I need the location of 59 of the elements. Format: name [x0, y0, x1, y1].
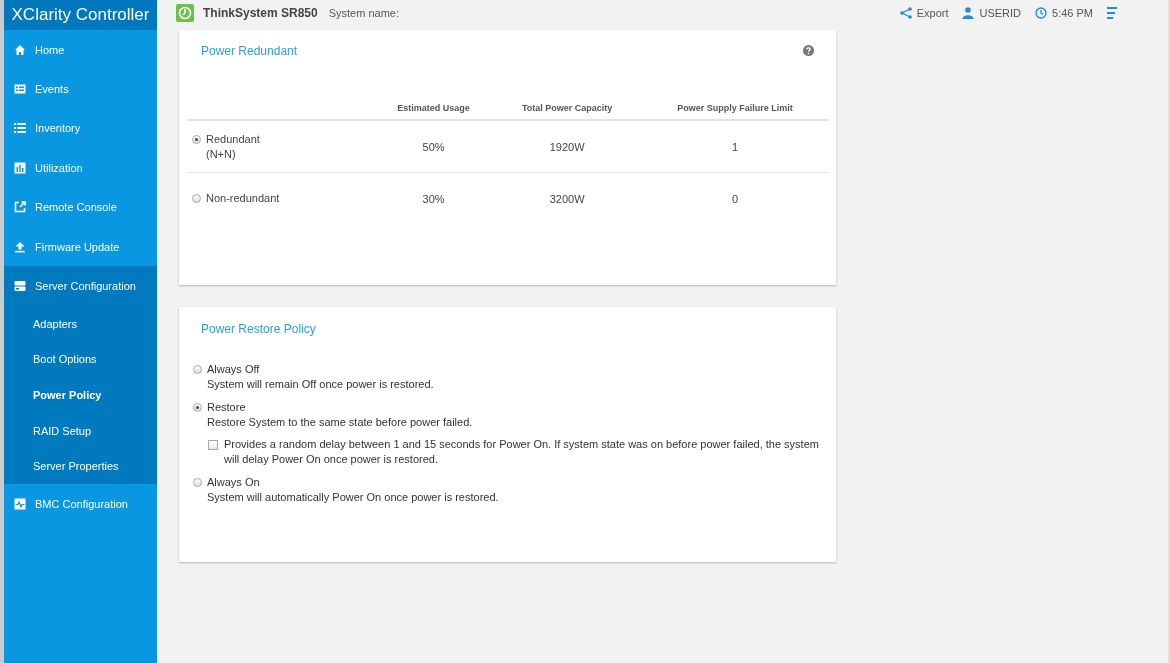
sidebar-item[interactable]: Firmware Update — [4, 226, 157, 267]
share-icon — [899, 7, 912, 19]
sidebar-item[interactable]: Utilization — [4, 148, 157, 188]
system-name-label: System name: — [328, 7, 400, 19]
home-icon — [14, 43, 26, 56]
option-description: System will automatically Power On once power is restored. — [207, 490, 499, 504]
radio-button[interactable] — [192, 134, 201, 144]
sidebar-item[interactable]: Inventory — [4, 108, 157, 149]
checkbox-label: Provides a random delay between 1 and 15 seconds for Power On. If system state was on before power failed, the system will delay Power On once power is restored. — [224, 437, 820, 466]
user-menu[interactable]: USERID — [962, 7, 1022, 19]
table-cell: 3200W — [493, 172, 641, 224]
option-label: Always On — [207, 475, 261, 489]
sidebar-subitem[interactable]: Boot Options — [4, 341, 157, 378]
table-cell: 1 — [640, 120, 829, 173]
table-cell: 1920W — [493, 120, 641, 173]
option-description: System will remain Off once power is restored. — [207, 377, 434, 391]
sidebar-item[interactable]: Events — [4, 69, 157, 109]
menu-icon[interactable] — [1107, 7, 1117, 19]
card-title: Power Redundant — [201, 44, 298, 58]
column-header: Power Supply Failure Limit — [640, 97, 829, 120]
column-header: Estimated Usage — [374, 97, 494, 120]
radio-button[interactable] — [192, 194, 201, 203]
pulse-icon — [14, 497, 26, 510]
external-link-icon — [14, 201, 26, 214]
table-cell: 0 — [640, 172, 829, 224]
option-label: (N+N) — [206, 146, 237, 162]
sidebar-subitem[interactable]: Power Policy — [4, 377, 157, 413]
option-label: Redundant — [206, 131, 260, 147]
option-label: Non-redundant — [206, 191, 280, 206]
time-display: 5:46 PM — [1035, 7, 1093, 19]
sidebar-item[interactable]: Remote Console — [4, 187, 157, 227]
sidebar-subitem[interactable]: Server Properties — [4, 448, 157, 485]
option-label: Always Off — [207, 362, 261, 376]
server-icon — [14, 280, 26, 293]
bar-chart-icon — [14, 161, 26, 174]
export-link[interactable]: Export — [899, 7, 949, 19]
table-cell: 30% — [374, 172, 494, 224]
user-icon — [962, 7, 975, 19]
radio-button[interactable] — [193, 403, 202, 412]
sidebar-item[interactable]: BMC Configuration — [4, 484, 157, 524]
help-icon[interactable] — [803, 45, 814, 56]
checkbox[interactable] — [208, 440, 218, 450]
clock-icon — [1035, 7, 1048, 19]
option-description: Restore System to the same state before power failed. — [207, 415, 474, 429]
sidebar-item[interactable]: Home — [4, 30, 157, 70]
radio-button[interactable] — [193, 365, 202, 374]
card-title: Power Restore Policy — [201, 322, 317, 336]
sidebar-subitem[interactable]: Adapters — [4, 305, 157, 342]
column-header: Total Power Capacity — [493, 97, 641, 120]
option-label: Restore — [207, 400, 247, 414]
list-icon — [14, 122, 26, 135]
list-card-icon — [14, 83, 26, 96]
upload-icon — [14, 240, 26, 253]
sidebar-item[interactable]: Server Configuration — [4, 266, 157, 306]
radio-button[interactable] — [193, 478, 202, 487]
table-cell: 50% — [374, 120, 494, 173]
server-model: ThinkSystem SR850 — [203, 6, 318, 20]
product-logo: XClarity Controller — [4, 0, 157, 30]
sidebar-subitem[interactable]: RAID Setup — [4, 412, 157, 449]
